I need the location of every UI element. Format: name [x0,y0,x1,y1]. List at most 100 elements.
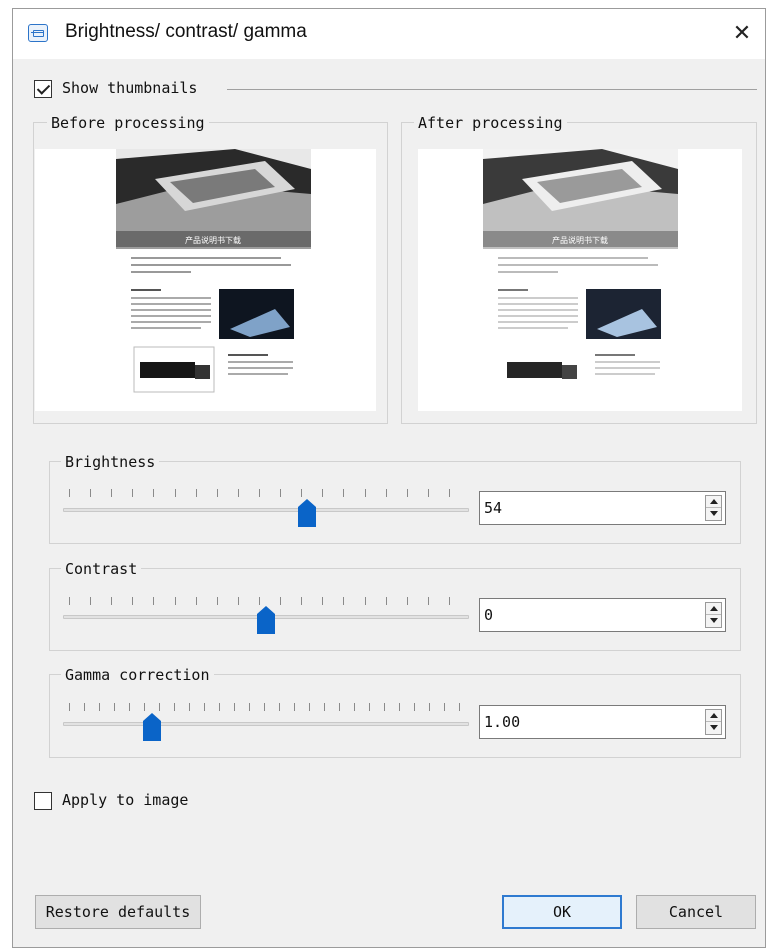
slider-tick [219,703,220,711]
slider-tick [386,489,387,497]
slider-tick [280,597,281,605]
slider-tick [279,703,280,711]
slider-tick [354,703,355,711]
slider-tick [196,489,197,497]
gamma-ticks [69,703,460,713]
thumbnails-separator [227,89,757,90]
show-thumbnails-label[interactable]: Show thumbnails [62,79,197,97]
after-processing-label: After processing [414,114,567,132]
slider-tick [449,597,450,605]
slider-tick [111,597,112,605]
slider-tick [217,597,218,605]
slider-tick [459,703,460,711]
gamma-spinbox[interactable]: 1.00 [479,705,726,739]
slider-tick [129,703,130,711]
slider-tick [249,703,250,711]
gamma-spin-buttons[interactable] [705,709,722,735]
spin-up-icon[interactable] [706,710,721,722]
cancel-button[interactable]: Cancel [636,895,756,929]
before-document-image: 产品说明书下载 [116,149,311,411]
slider-tick [159,703,160,711]
spin-up-icon[interactable] [706,496,721,508]
slider-tick [69,489,70,497]
slider-tick [259,489,260,497]
slider-tick [144,703,145,711]
dialog-title: Brightness/ contrast/ gamma [65,21,307,42]
slider-tick [204,703,205,711]
slider-thumb-icon [257,606,275,634]
gamma-slider-thumb[interactable] [143,713,162,741]
slider-tick [309,703,310,711]
slider-tick [153,597,154,605]
spin-down-icon[interactable] [706,508,721,520]
restore-defaults-button[interactable]: Restore defaults [35,895,201,929]
slider-tick [343,489,344,497]
slider-tick [234,703,235,711]
slider-tick [217,489,218,497]
slider-thumb-icon [297,499,316,527]
slider-tick [84,703,85,711]
before-banner-text: 产品说明书下载 [185,235,241,245]
show-thumbnails-checkbox[interactable] [34,80,52,98]
slider-tick [407,489,408,497]
after-thumbnail: 产品说明书下载 [418,149,742,411]
slider-tick [301,489,302,497]
slider-tick [90,597,91,605]
contrast-spin-buttons[interactable] [705,602,722,628]
slider-tick [369,703,370,711]
after-banner-text: 产品说明书下载 [552,235,608,245]
slider-tick [238,489,239,497]
slider-tick [69,703,70,711]
slider-thumb-icon [143,713,162,741]
brightness-value[interactable]: 54 [484,499,502,517]
gamma-slider-track[interactable] [63,722,469,726]
slider-tick [365,597,366,605]
slider-tick [294,703,295,711]
spin-up-icon[interactable] [706,603,721,615]
slider-tick [69,597,70,605]
slider-tick [264,703,265,711]
slider-tick [280,489,281,497]
contrast-slider-thumb[interactable] [257,606,275,634]
slider-tick [175,489,176,497]
slider-tick [365,489,366,497]
slider-tick [399,703,400,711]
slider-tick [343,597,344,605]
slider-tick [429,703,430,711]
slider-tick [153,489,154,497]
brightness-slider-track[interactable] [63,508,469,512]
brightness-slider-thumb[interactable] [297,499,316,527]
spin-down-icon[interactable] [706,722,721,734]
slider-tick [322,489,323,497]
ok-button[interactable]: OK [502,895,622,929]
brightness-label: Brightness [61,453,160,471]
slider-tick [428,489,429,497]
slider-tick [407,597,408,605]
apply-to-image-label[interactable]: Apply to image [62,791,188,809]
contrast-spinbox[interactable]: 0 [479,598,726,632]
after-document-image: 产品说明书下载 [483,149,678,411]
slider-tick [175,597,176,605]
slider-tick [90,489,91,497]
brightness-spinbox[interactable]: 54 [479,491,726,525]
spin-down-icon[interactable] [706,615,721,627]
slider-tick [196,597,197,605]
slider-tick [301,597,302,605]
slider-tick [444,703,445,711]
slider-tick [384,703,385,711]
before-thumbnail: 产品说明书下载 [35,149,376,411]
slider-tick [132,597,133,605]
slider-tick [386,597,387,605]
slider-tick [238,597,239,605]
slider-tick [414,703,415,711]
contrast-label: Contrast [61,560,142,578]
apply-to-image-checkbox[interactable] [34,792,52,810]
slider-tick [189,703,190,711]
close-button[interactable]: ✕ [727,19,757,49]
dialog-icon [28,24,48,42]
slider-tick [132,489,133,497]
slider-tick [174,703,175,711]
brightness-spin-buttons[interactable] [705,495,722,521]
gamma-value[interactable]: 1.00 [484,713,520,731]
contrast-value[interactable]: 0 [484,606,493,624]
